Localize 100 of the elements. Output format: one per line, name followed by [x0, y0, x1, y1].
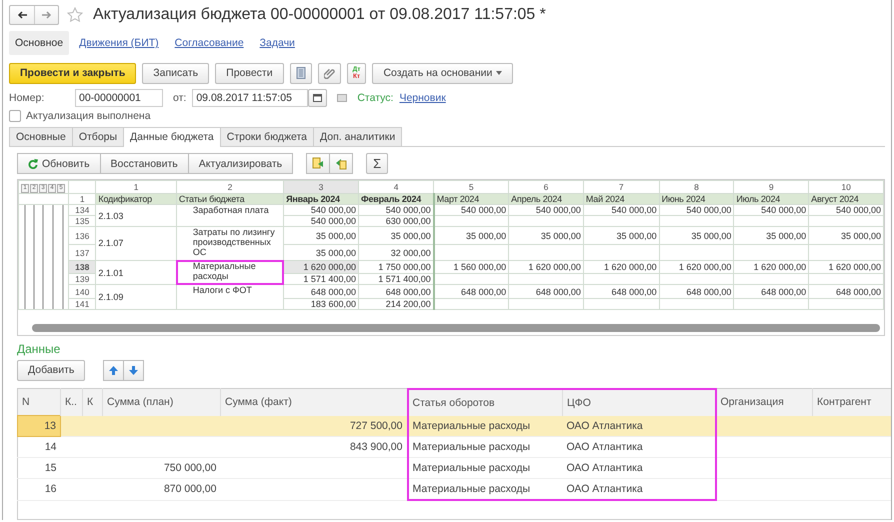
toolbar-button[interactable]: Провести [215, 62, 284, 84]
table-cell: 540 000,00 [284, 216, 358, 227]
row-number: 134 [68, 204, 96, 216]
column-number: 9 [734, 180, 809, 194]
table-cell: 15 [18, 458, 60, 479]
favorite-star-icon[interactable] [67, 7, 83, 24]
column-header: Сумма (факт) [220, 388, 408, 416]
column-header: N [18, 388, 60, 416]
table-cell: 35 000,00 [659, 226, 734, 245]
column-header: Январь 2024 [284, 194, 358, 205]
table-cell: 35 000,00 [284, 244, 358, 260]
column-number: 10 [808, 180, 884, 194]
report-button[interactable] [290, 62, 312, 84]
table-cell: 1 620 000,00 [659, 260, 734, 274]
table-cell: 540 000,00 [734, 204, 809, 216]
column-number: 6 [508, 180, 584, 194]
table-cell: 183 600,00 [284, 298, 358, 310]
row-number: 136 [68, 226, 96, 245]
status-label: Статус: [357, 92, 394, 104]
status-link[interactable]: Черновик [399, 92, 446, 104]
row-number: 140 [68, 284, 96, 299]
column-header: К [82, 388, 102, 416]
table-cell: 35 000,00 [583, 226, 660, 245]
table-cell: Материальные расходы [408, 416, 562, 437]
import-button[interactable] [329, 153, 354, 174]
table-cell: 648 000,00 [284, 284, 358, 299]
table-cell: 1 620 000,00 [808, 260, 884, 274]
table-cell: 540 000,00 [284, 204, 358, 216]
comment-icon[interactable] [337, 94, 348, 102]
column-number: 2 [176, 180, 284, 194]
horizontal-scrollbar[interactable] [32, 324, 880, 332]
create-based-on-dropdown[interactable]: Создать на основании [372, 62, 514, 84]
caret-icon [496, 71, 502, 76]
move-up-button[interactable] [103, 360, 124, 381]
table-cell: 648 000,00 [734, 284, 809, 299]
column-header: Июль 2024 [734, 194, 809, 205]
table-cell: 648 000,00 [659, 284, 734, 299]
section-link[interactable]: Движения (БИТ) [73, 31, 165, 56]
section-title: Данные [17, 342, 62, 356]
column-header: Статья оборотов [408, 388, 562, 416]
row-number: 141 [68, 298, 96, 310]
table-cell: 32 000,00 [358, 244, 434, 260]
post-and-close-button[interactable]: Провести и закрыть [9, 62, 136, 84]
table-cell: 1 620 000,00 [583, 260, 660, 274]
column-number: 7 [583, 180, 660, 194]
action-button[interactable]: Обновить [17, 153, 101, 174]
date-field[interactable]: 09.08.2017 11:57:05 [192, 88, 308, 107]
attach-button[interactable] [318, 62, 341, 84]
sum-button[interactable]: Σ [366, 153, 388, 174]
row-number: 139 [68, 274, 96, 285]
table-cell: 35 000,00 [508, 226, 584, 245]
tab[interactable]: Основные [9, 127, 73, 146]
column-header: Май 2024 [583, 194, 660, 205]
table-cell: 648 000,00 [434, 284, 509, 299]
table-cell: 35 000,00 [434, 226, 509, 245]
done-checkbox[interactable]: Актуализация выполнена [9, 110, 885, 122]
number-field[interactable]: 00-00000001 [75, 88, 163, 107]
tab[interactable]: Строки бюджета [220, 127, 314, 146]
section-link[interactable]: Основное [9, 31, 70, 56]
table-cell: 648 000,00 [808, 284, 884, 299]
export-button[interactable] [306, 153, 330, 174]
table-cell: 843 900,00 [220, 436, 408, 458]
column-header: ЦФО [562, 388, 716, 416]
table-cell: 540 000,00 [583, 204, 660, 216]
paperclip-icon [324, 67, 335, 80]
tab[interactable]: Данные бюджета [123, 127, 221, 148]
tab[interactable]: Отборы [72, 127, 124, 146]
table-cell: 727 500,00 [220, 416, 408, 437]
add-button[interactable]: Добавить [17, 360, 86, 381]
table-cell: ОАО Атлантика [562, 458, 716, 479]
table-cell: 870 000,00 [102, 478, 220, 500]
table-cell: 540 000,00 [508, 204, 584, 216]
table-cell: 1 620 000,00 [508, 260, 584, 274]
column-header: К.. [60, 388, 82, 416]
move-down-button[interactable] [123, 360, 144, 381]
table-cell: Материальные расходы [176, 260, 284, 285]
calendar-button[interactable] [308, 88, 328, 107]
document-icon [296, 67, 306, 80]
section-link[interactable]: Задачи [254, 31, 301, 56]
table-cell: 35 000,00 [734, 226, 809, 245]
action-button[interactable]: Восстановить [100, 153, 189, 174]
column-number: 5 [434, 180, 509, 194]
column-number: 8 [659, 180, 734, 194]
tab[interactable]: Доп. аналитики [313, 127, 402, 146]
table-cell: 1 620 000,00 [284, 260, 358, 274]
column-number: 3 [284, 180, 358, 194]
row-number: 135 [68, 216, 96, 227]
checkbox[interactable] [9, 110, 21, 122]
table-cell: 1 560 000,00 [434, 260, 509, 274]
table-cell: 540 000,00 [358, 204, 434, 216]
toolbar-button[interactable]: Записать [142, 62, 210, 84]
column-header: Август 2024 [808, 194, 884, 205]
column-header: Кодификатор [96, 194, 176, 205]
table-cell: 648 000,00 [358, 284, 434, 299]
action-button[interactable]: Актуализировать [188, 153, 294, 174]
table-cell: Материальные расходы [408, 436, 562, 458]
section-link[interactable]: Согласование [168, 31, 250, 56]
table-cell: 35 000,00 [358, 226, 434, 245]
column-header: Организация [716, 388, 812, 416]
table-cell: 2.1.03 [96, 204, 176, 227]
